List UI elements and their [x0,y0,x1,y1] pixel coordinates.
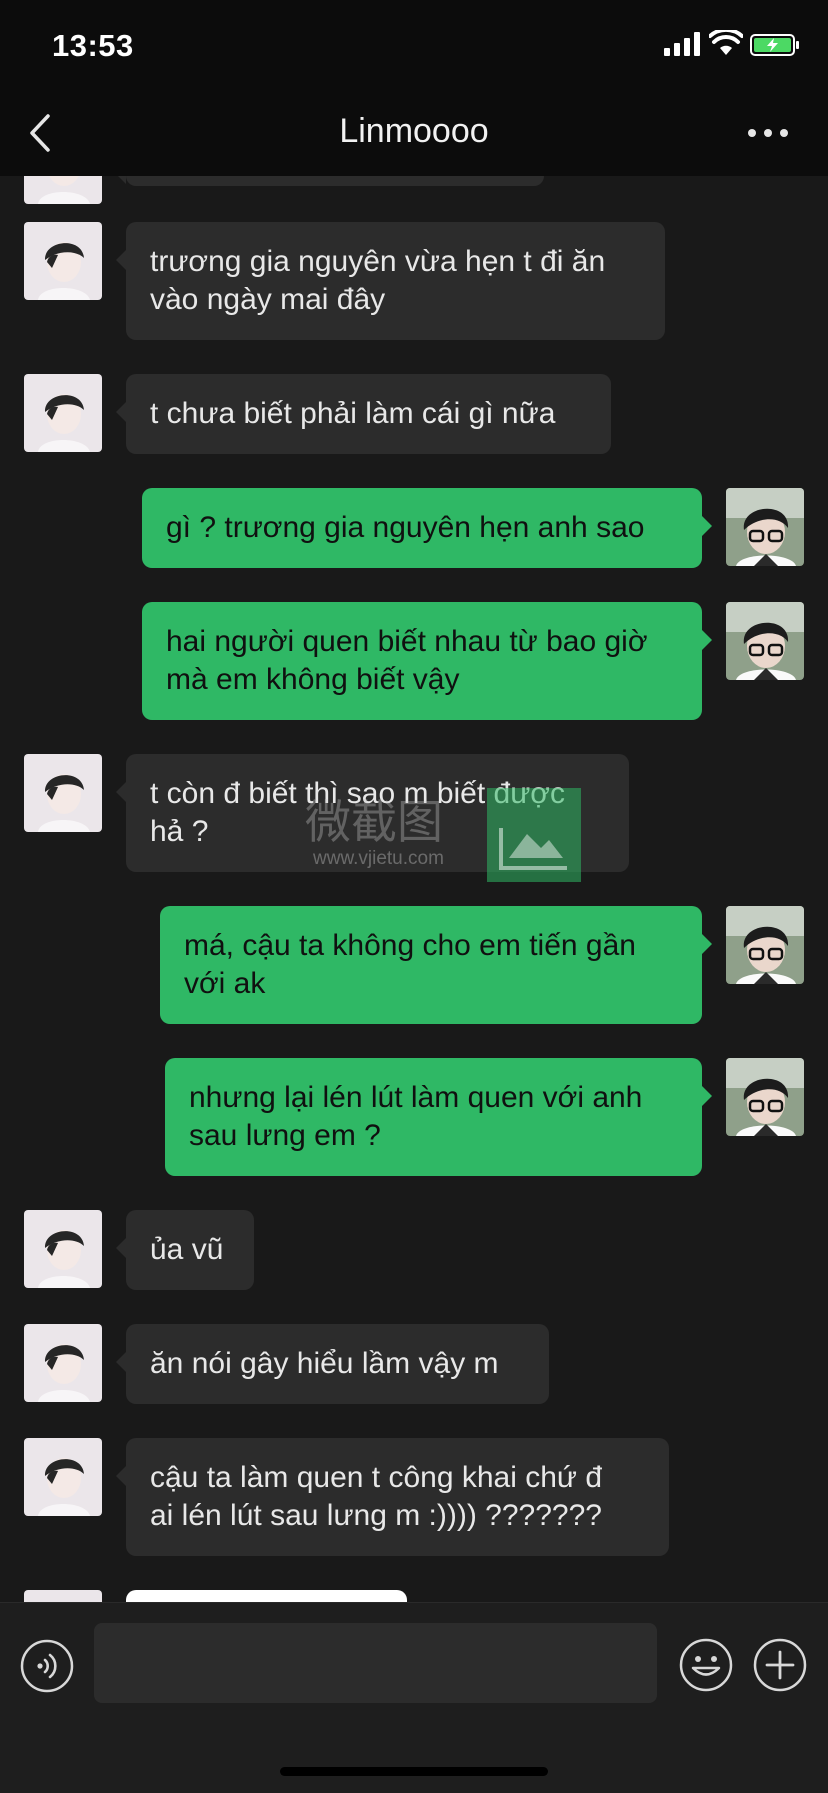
input-bar [0,1602,828,1793]
user-avatar[interactable] [726,602,804,680]
voice-icon[interactable] [20,1639,74,1693]
chat-title: Linmoooo [339,112,489,150]
emoji-icon[interactable] [678,1637,734,1693]
contact-avatar[interactable] [24,176,102,204]
nav-bar: Linmoooo [0,92,828,176]
contact-avatar[interactable] [24,1210,102,1288]
message-bubble-incoming[interactable]: t chưa biết phải làm cái gì nữa [116,374,611,454]
contact-avatar[interactable] [24,754,102,832]
status-time: 13:53 [52,28,134,63]
message-bubble-outgoing[interactable]: má, cậu ta không cho em tiến gần với ak [160,906,712,1024]
message-bubble-incoming[interactable] [126,1590,407,1602]
message-bubble-outgoing[interactable]: hai người quen biết nhau từ bao giờ mà e… [142,602,712,720]
battery-charging-icon [750,34,799,56]
more-dots-icon[interactable] [744,118,792,148]
message-list[interactable]: trương gia nguyên vừa hẹn t đi ăn vào ng… [0,176,828,1602]
contact-avatar[interactable] [24,1590,102,1602]
home-indicator [280,1767,548,1776]
contact-avatar[interactable] [24,1324,102,1402]
message-bubble-incoming[interactable]: t còn đ biết thì sao m biết được hả ? [116,754,629,872]
message-bubble-incoming[interactable]: ăn nói gây hiểu lầm vậy m [116,1324,549,1404]
wifi-icon [709,30,743,55]
message-bubble-outgoing[interactable]: nhưng lại lén lút làm quen với anh sau l… [165,1058,712,1176]
message-bubble-incoming[interactable]: cậu ta làm quen t công khai chứ đ ai lén… [116,1438,669,1556]
contact-avatar[interactable] [24,222,102,300]
message-bubble-incoming[interactable]: trương gia nguyên vừa hẹn t đi ăn vào ng… [116,222,665,340]
message-bubble-outgoing[interactable]: gì ? trương gia nguyên hẹn anh sao [142,488,712,568]
contact-avatar[interactable] [24,1438,102,1516]
message-bubble-incoming[interactable] [116,176,544,186]
user-avatar[interactable] [726,1058,804,1136]
plus-icon[interactable] [752,1637,808,1693]
status-bar: 13:53 [0,0,828,92]
user-avatar[interactable] [726,906,804,984]
contact-avatar[interactable] [24,374,102,452]
message-bubble-incoming[interactable]: ủa vũ [116,1210,254,1290]
signal-icon [664,32,700,56]
user-avatar[interactable] [726,488,804,566]
message-input[interactable] [94,1623,657,1703]
